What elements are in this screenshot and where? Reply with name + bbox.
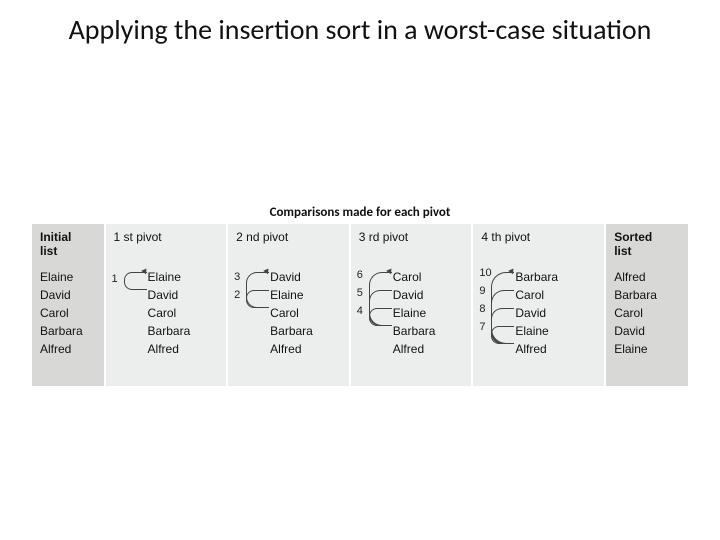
list-item: Carol <box>515 288 558 302</box>
swap-arc-icon <box>491 326 514 344</box>
comparison-number: 5 <box>357 286 363 300</box>
col-pivot-1: 1 Elaine David Carol Barbara Alfred <box>106 264 227 386</box>
col-pivot-4: 10 9 8 7 Barbara Carol David E <box>473 264 604 386</box>
col-initial: Elaine David Carol Barbara Alfred <box>32 264 104 386</box>
list-item: Barbara <box>148 324 191 338</box>
list-item: David <box>270 270 313 284</box>
slide: Applying the insertion sort in a worst-c… <box>0 0 720 540</box>
list-item: David <box>515 306 558 320</box>
hdr-initial: Initial list <box>32 224 104 264</box>
comparison-number: 1 <box>112 272 118 286</box>
col-pivot-3: 6 5 4 Carol David Elaine Barbara Alfred <box>351 264 472 386</box>
col-pivot-2: 3 2 David Elaine Carol Barbara Alfred <box>228 264 349 386</box>
list-item: Alfred <box>614 270 657 284</box>
list-item: Elaine <box>40 270 83 284</box>
list-item: Alfred <box>270 342 313 356</box>
list-item: Alfred <box>393 342 436 356</box>
list-item: Carol <box>614 306 657 320</box>
swap-arc-icon <box>124 272 147 290</box>
comparison-number: 10 <box>479 266 491 280</box>
comparison-number: 7 <box>479 320 485 334</box>
list-item: Elaine <box>148 270 191 284</box>
hdr-sorted: Sorted list <box>606 224 688 264</box>
list-item: David <box>614 324 657 338</box>
comparison-number: 2 <box>234 288 240 302</box>
swap-arc-icon <box>369 308 392 326</box>
list-item: David <box>148 288 191 302</box>
list-item: Alfred <box>515 342 558 356</box>
comparison-number: 3 <box>234 270 240 284</box>
list-item: Barbara <box>614 288 657 302</box>
list-item: Alfred <box>148 342 191 356</box>
hdr-p1: 1 st pivot <box>106 224 227 264</box>
hdr-p4: 4 th pivot <box>473 224 604 264</box>
list-item: David <box>40 288 83 302</box>
comparison-number: 9 <box>479 284 485 298</box>
pivot-table: Initial list 1 st pivot 2 nd pivot 3 rd … <box>30 224 690 386</box>
list-item: Barbara <box>40 324 83 338</box>
comparison-number: 6 <box>357 268 363 282</box>
list-item: Barbara <box>515 270 558 284</box>
list-item: Elaine <box>515 324 558 338</box>
list-item: Carol <box>40 306 83 320</box>
list-item: Carol <box>393 270 436 284</box>
list-item: Barbara <box>393 324 436 338</box>
hdr-p2: 2 nd pivot <box>228 224 349 264</box>
slide-title: Applying the insertion sort in a worst-c… <box>0 0 720 46</box>
list-item: Carol <box>270 306 313 320</box>
list-item: Alfred <box>40 342 83 356</box>
list-item: Elaine <box>270 288 313 302</box>
swap-arc-icon <box>246 290 269 308</box>
list-item: Barbara <box>270 324 313 338</box>
comparison-number: 4 <box>357 304 363 318</box>
comparison-number: 8 <box>479 302 485 316</box>
list-item: Elaine <box>614 342 657 356</box>
table-supertitle: Comparisons made for each pivot <box>30 205 690 224</box>
comparison-table: Comparisons made for each pivot Initial … <box>30 205 690 386</box>
hdr-p3: 3 rd pivot <box>351 224 472 264</box>
list-item: David <box>393 288 436 302</box>
col-sorted: Alfred Barbara Carol David Elaine <box>606 264 688 386</box>
list-item: Elaine <box>393 306 436 320</box>
list-item: Carol <box>148 306 191 320</box>
